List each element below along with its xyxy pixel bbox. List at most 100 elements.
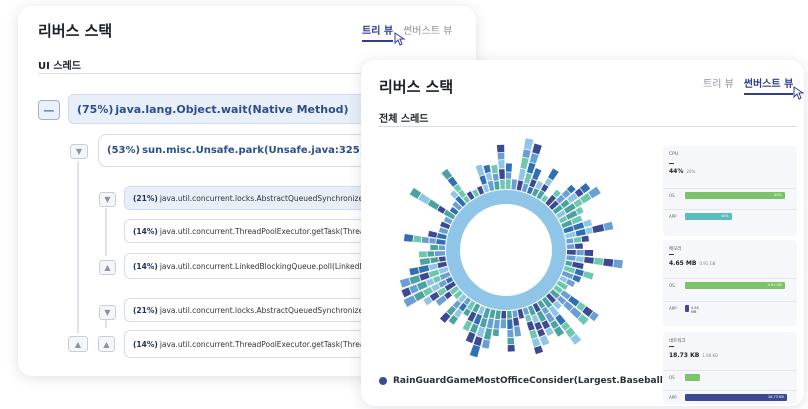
sunburst-segment (529, 329, 538, 339)
sunburst-segment (418, 193, 431, 205)
collapse-toggle-button[interactable]: ▼ (99, 192, 116, 207)
sunburst-segment (511, 179, 518, 190)
sunburst-segment (603, 258, 614, 267)
sunburst-segment (514, 326, 522, 337)
collapse-toggle-button[interactable]: ▼ (99, 305, 116, 320)
sunburst-segment (436, 239, 446, 245)
sunburst-segment (548, 168, 559, 181)
tab-tree-view[interactable]: 트리 뷰 (703, 75, 734, 95)
sunburst-segment (541, 320, 551, 330)
sunburst-segment (583, 219, 593, 228)
sunburst-segment (486, 318, 494, 329)
sunburst-segment (492, 173, 499, 181)
sunburst-segment (416, 281, 428, 291)
tab-tree-view[interactable]: 트리 뷰 (362, 22, 394, 42)
sunburst-segment (403, 295, 417, 307)
sunburst-segment (574, 243, 583, 249)
sunburst-segment (495, 310, 501, 320)
sunburst-segment (469, 344, 481, 358)
collapse-toggle-button[interactable]: ▼ (70, 144, 88, 159)
sunburst-segment (429, 237, 436, 244)
sunburst-segment (487, 180, 495, 192)
sunburst-segment (522, 149, 531, 159)
sunburst-segment (521, 183, 529, 193)
memory-label: 메모리 (669, 247, 682, 252)
separator (669, 254, 674, 255)
sunburst-segment (481, 339, 490, 349)
sunburst-segment (526, 162, 536, 174)
expand-toggle-button[interactable]: ▲ (68, 336, 88, 352)
sunburst-segment (496, 144, 505, 153)
sunburst-segment (566, 238, 574, 244)
sunburst-segment (418, 265, 430, 274)
collapse-button[interactable]: − (38, 100, 60, 120)
sunburst-segment (399, 277, 411, 288)
tab-sunburst-view[interactable]: 썬버스트 뷰 (743, 75, 794, 95)
sunburst-segment (483, 164, 491, 174)
sunburst-segment (463, 308, 471, 317)
sunburst-segment (494, 181, 500, 190)
separator (669, 346, 674, 347)
memory-value: 4.65 MB 0.91 GB (669, 260, 716, 267)
sunburst-segment (437, 205, 446, 214)
sunburst-segment (426, 278, 435, 287)
sunburst-segment (523, 138, 534, 150)
legend-dot-icon (379, 377, 387, 385)
sunburst-segment (409, 284, 419, 294)
section-title: 전체 스레드 (379, 114, 429, 125)
sunburst-segment (433, 275, 441, 284)
separator (669, 163, 674, 164)
sunburst-segment (565, 260, 573, 267)
sunburst-segment (594, 257, 604, 266)
sunburst-segment (532, 143, 542, 155)
sunburst-segment (518, 168, 526, 181)
sunburst-segment (434, 251, 446, 257)
sunburst-segment (482, 184, 490, 193)
sunburst-segment (501, 310, 506, 319)
expand-toggle-button[interactable]: ▲ (98, 336, 115, 352)
sunburst-segment (576, 250, 584, 256)
tree-guide-line (105, 320, 107, 328)
sunburst-segment (517, 308, 525, 319)
sunburst-segment (584, 256, 594, 264)
sunburst-view-card: 리버스 스택 트리 뷰 썬버스트 뷰 전체 스레드 RainGuardGameM… (361, 60, 804, 406)
section-title: UI 스레드 (38, 61, 81, 72)
mouse-cursor-icon (394, 32, 406, 46)
page-title: 리버스 스택 (38, 22, 113, 40)
sunburst-segment (540, 184, 549, 193)
sunburst-segment (418, 251, 427, 258)
sunburst-segment (491, 164, 498, 174)
sunburst-segment (572, 261, 584, 270)
sunburst-segment (473, 336, 483, 347)
sunburst-segment (430, 257, 439, 264)
sunburst-segment (581, 235, 589, 242)
sunburst-segment (534, 345, 544, 355)
sunburst-segment (526, 321, 535, 331)
sunburst-segment (566, 255, 576, 261)
sunburst-segment (498, 169, 505, 179)
network-value: 18.73 KB 1.68 KB (669, 352, 718, 359)
tab-sunburst-view[interactable]: 썬버스트 뷰 (403, 22, 452, 42)
sunburst-segment (437, 233, 447, 240)
page-title: 리버스 스택 (379, 78, 454, 96)
sunburst-segment (479, 317, 488, 328)
sunburst-segment (419, 272, 430, 281)
sunburst-segment (592, 224, 605, 233)
sunburst-segment (603, 221, 614, 231)
sunburst-segment (575, 228, 586, 237)
expand-toggle-button[interactable]: ▲ (99, 260, 116, 275)
cpu-panel: CPU 44% 20% OS 44% APP 44% (663, 146, 797, 236)
sunburst-segment (430, 244, 439, 250)
tree-row[interactable]: (53%) sun.misc.Unsafe.park(Unsafe.java:32… (98, 134, 398, 167)
sunburst-segment (529, 153, 539, 164)
sunburst-chart[interactable] (381, 130, 631, 370)
cpu-label: CPU (669, 152, 679, 157)
sunburst-segment (575, 206, 584, 215)
network-os-bar: OS (663, 370, 797, 385)
cpu-os-bar: OS 44% (663, 188, 797, 203)
sunburst-segment (507, 337, 515, 345)
sunburst-segment (529, 179, 537, 188)
sunburst-segment (507, 344, 515, 352)
sunburst-segment (469, 323, 479, 334)
chart-legend: RainGuardGameMostOfficeConsider(Largest.… (379, 376, 696, 386)
